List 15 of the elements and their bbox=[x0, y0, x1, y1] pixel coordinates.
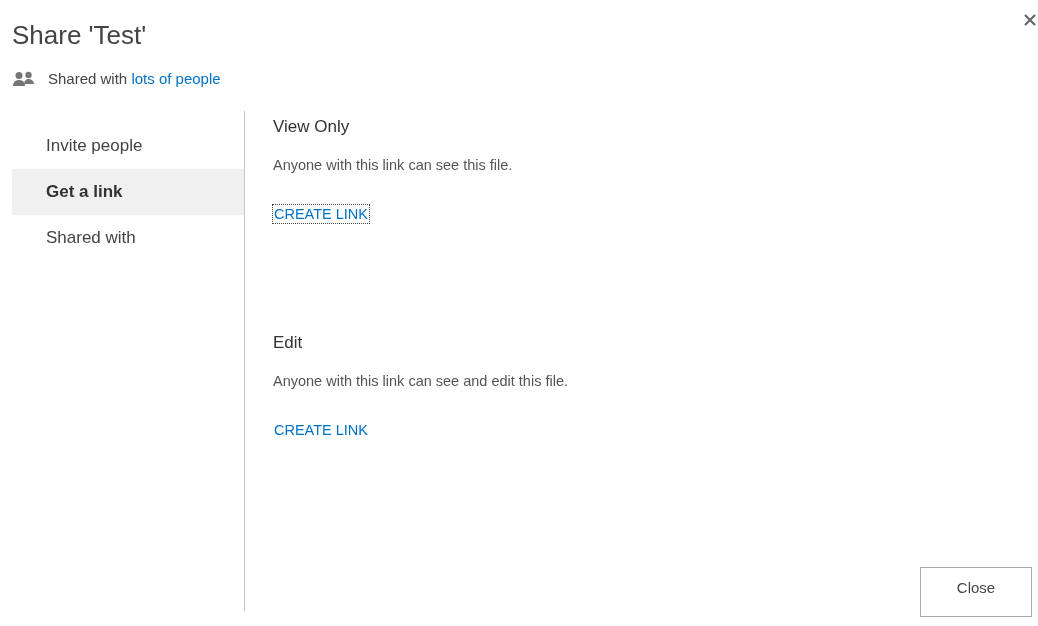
nav-tab[interactable]: Shared with bbox=[12, 215, 244, 261]
dialog-title: Share 'Test' bbox=[11, 19, 147, 52]
section-heading: View Only bbox=[273, 117, 351, 137]
shared-people-link[interactable]: lots of people bbox=[131, 70, 221, 87]
shared-text: Shared with bbox=[48, 70, 128, 87]
nav-tab[interactable]: Get a link bbox=[12, 169, 244, 215]
create-link[interactable]: CREATE LINK bbox=[273, 421, 369, 439]
section-description: Anyone with this link can see and edit this file. bbox=[273, 373, 569, 389]
nav-tab[interactable]: Invite people bbox=[12, 123, 244, 169]
section-heading: Edit bbox=[273, 333, 304, 353]
section-description: Anyone with this link can see this file. bbox=[273, 157, 514, 173]
close-icon[interactable] bbox=[1024, 14, 1036, 26]
close-button[interactable]: Close bbox=[920, 567, 1032, 617]
people-icon bbox=[12, 70, 36, 87]
create-link[interactable]: CREATE LINK bbox=[273, 205, 369, 223]
